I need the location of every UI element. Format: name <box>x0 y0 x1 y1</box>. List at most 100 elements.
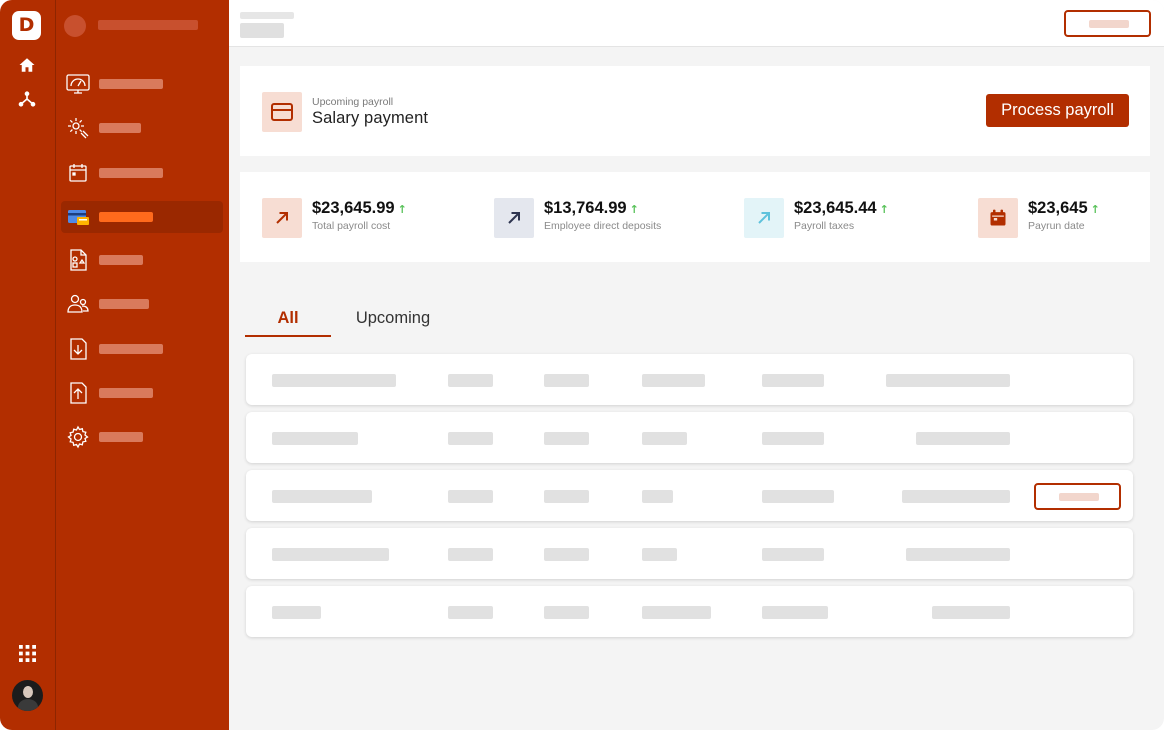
cell-placeholder <box>272 548 389 561</box>
cell-placeholder <box>762 548 824 561</box>
cell-placeholder <box>544 606 589 619</box>
table-row[interactable] <box>246 354 1133 405</box>
network-icon[interactable] <box>16 88 38 110</box>
workspace-name-placeholder <box>98 20 198 30</box>
sidebar-item-label-placeholder <box>99 432 143 442</box>
trend-up-icon: ↑ <box>1090 203 1100 216</box>
sidebar-item-calendar[interactable] <box>61 157 223 189</box>
sidebar-item-payroll[interactable] <box>61 201 223 233</box>
button-label-placeholder <box>1059 493 1099 501</box>
stat-label: Payroll taxes <box>794 220 855 232</box>
cell-placeholder <box>762 374 824 387</box>
cell-placeholder <box>902 490 1010 503</box>
avatar-head <box>23 686 33 698</box>
process-payroll-button[interactable]: Process payroll <box>986 94 1129 127</box>
cell-placeholder <box>448 374 493 387</box>
stat-label: Payrun date <box>1028 220 1085 232</box>
cell-placeholder <box>642 432 687 445</box>
people-icon <box>67 294 89 313</box>
calendar-icon <box>69 164 87 182</box>
credit-card-icon <box>262 92 302 132</box>
stat-label: Employee direct deposits <box>544 220 662 232</box>
cell-placeholder <box>642 606 711 619</box>
sidebar-item-dashboard[interactable] <box>61 68 223 100</box>
cell-placeholder <box>272 374 396 387</box>
user-avatar[interactable] <box>12 680 43 711</box>
avatar-body <box>18 699 38 711</box>
cell-placeholder <box>272 606 321 619</box>
upload-file-icon <box>70 382 87 404</box>
cell-placeholder <box>762 606 828 619</box>
trend-up-icon: ↑ <box>397 203 407 216</box>
sidebar-item-label-placeholder <box>99 168 163 178</box>
cell-placeholder <box>544 548 589 561</box>
documents-icon <box>70 249 87 271</box>
stat-value: $23,645 ↑ <box>1028 199 1100 217</box>
sidebar-item-documents[interactable] <box>61 244 223 276</box>
apps-grid-icon[interactable] <box>16 642 38 664</box>
app-window: D Upcoming payroll Salary payment Proces… <box>0 0 1164 730</box>
cell-placeholder <box>886 374 1010 387</box>
sidebar-item-label-placeholder <box>99 123 141 133</box>
payroll-card-icon <box>68 210 89 225</box>
cell-placeholder <box>448 606 493 619</box>
trend-up-icon: ↑ <box>879 203 889 216</box>
table-row[interactable] <box>246 412 1133 463</box>
cell-placeholder <box>916 432 1010 445</box>
cell-placeholder <box>448 548 493 561</box>
stat-label: Total payroll cost <box>312 220 391 232</box>
download-file-icon <box>70 338 87 360</box>
sidebar-item-label-placeholder <box>99 212 153 222</box>
settings-tools-icon <box>68 118 89 139</box>
table-row[interactable] <box>246 528 1133 579</box>
upcoming-payroll-card: Upcoming payroll Salary payment Process … <box>240 66 1150 156</box>
cell-placeholder <box>642 548 677 561</box>
breadcrumb-placeholder <box>240 12 294 19</box>
cell-placeholder <box>544 490 589 503</box>
sidebar-item-label-placeholder <box>99 255 143 265</box>
cell-placeholder <box>906 548 1010 561</box>
row-action-button[interactable] <box>1034 483 1121 510</box>
sidebar-item-download[interactable] <box>61 333 223 365</box>
sidebar-item-label-placeholder <box>99 299 149 309</box>
arrow-up-right-icon <box>262 198 302 238</box>
sidebar-item-tools[interactable] <box>61 112 223 144</box>
stat-value: $23,645.99 ↑ <box>312 199 407 217</box>
cell-placeholder <box>762 490 834 503</box>
cell-placeholder <box>448 490 493 503</box>
cell-placeholder <box>448 432 493 445</box>
payroll-title: Salary payment <box>312 109 429 127</box>
button-label-placeholder <box>1089 20 1129 28</box>
page-title-placeholder <box>240 23 284 38</box>
cell-placeholder <box>642 490 673 503</box>
sidebar-item-label-placeholder <box>99 79 163 89</box>
sidebar-item-label-placeholder <box>99 344 163 354</box>
arrow-up-right-icon <box>744 198 784 238</box>
header-action-button[interactable] <box>1064 10 1151 37</box>
sidebar-item-people[interactable] <box>61 288 223 320</box>
cell-placeholder <box>272 432 358 445</box>
gear-icon <box>67 425 89 449</box>
cell-placeholder <box>762 432 824 445</box>
cell-placeholder <box>932 606 1010 619</box>
tab-all[interactable]: All <box>245 309 331 337</box>
tab-upcoming[interactable]: Upcoming <box>340 309 446 337</box>
cell-placeholder <box>544 432 589 445</box>
sidebar-item-upload[interactable] <box>61 377 223 409</box>
arrow-up-right-icon <box>494 198 534 238</box>
cell-placeholder <box>544 374 589 387</box>
stat-value: $23,645.44 ↑ <box>794 199 889 217</box>
top-bar <box>229 0 1164 47</box>
brand-logo[interactable]: D <box>12 11 41 40</box>
calendar-icon <box>978 198 1018 238</box>
cell-placeholder <box>272 490 372 503</box>
table-row[interactable] <box>246 586 1133 637</box>
trend-up-icon: ↑ <box>629 203 639 216</box>
workspace-avatar[interactable] <box>64 15 86 37</box>
table-row[interactable] <box>246 470 1133 521</box>
stat-value: $13,764.99 ↑ <box>544 199 639 217</box>
sidebar-item-label-placeholder <box>99 388 153 398</box>
sidebar-item-settings[interactable] <box>61 421 223 453</box>
dashboard-icon <box>66 74 90 94</box>
home-icon[interactable] <box>16 54 38 76</box>
